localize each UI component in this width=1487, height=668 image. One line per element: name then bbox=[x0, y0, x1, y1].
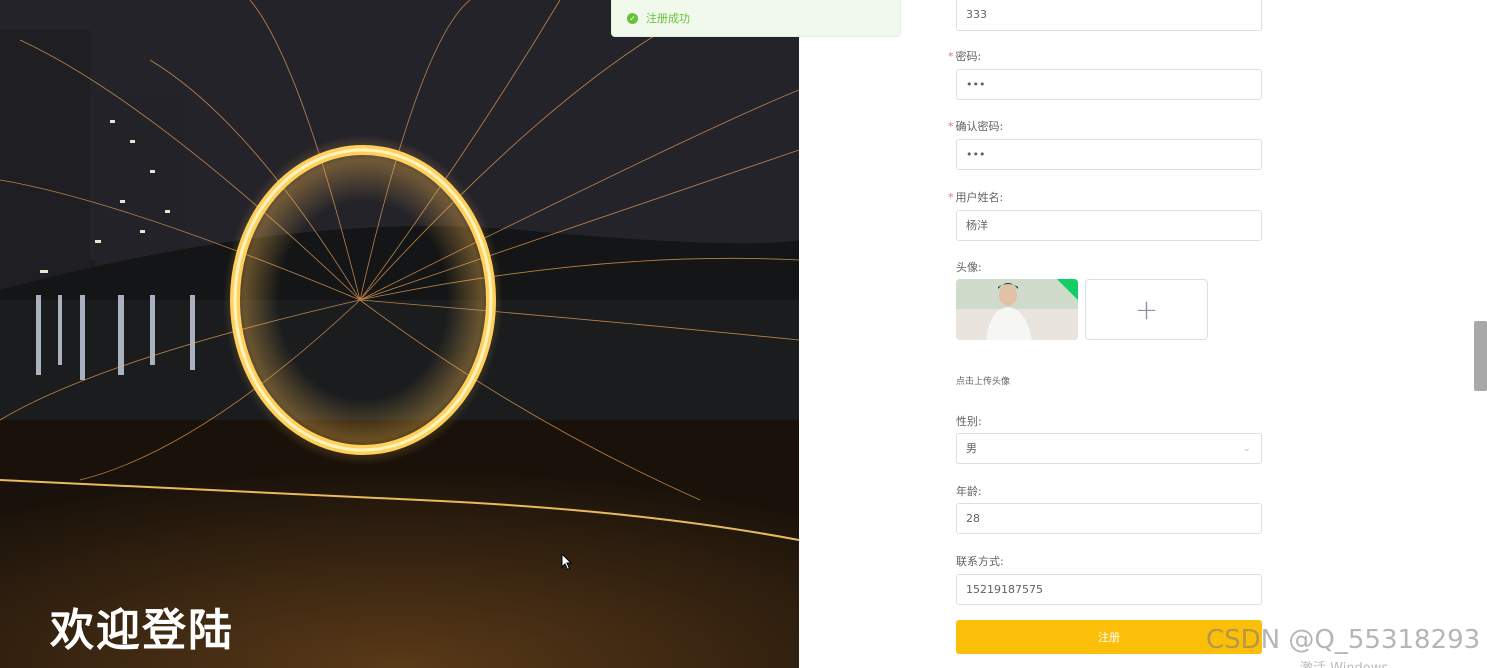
upload-tip: 点击上传头像 bbox=[956, 377, 1011, 387]
avatar-label: 头像: bbox=[956, 261, 982, 274]
confirm-password-label: * 确认密码: bbox=[948, 120, 1004, 133]
steel-wool-photo bbox=[0, 0, 799, 668]
hero-image: 欢迎登陆 bbox=[0, 0, 799, 668]
contact-label: 联系方式: bbox=[956, 555, 1004, 568]
gender-value: 男 bbox=[966, 442, 977, 455]
upload-avatar-button[interactable]: + bbox=[1085, 279, 1208, 340]
register-page: 欢迎登陆 ✓ 注册成功 333 * 密码: ••• * 确认密码: ••• * 用户姓… bbox=[0, 0, 1487, 668]
contact-input[interactable]: 15219187575 bbox=[956, 574, 1262, 605]
gender-select[interactable]: 男 ⌄ bbox=[956, 433, 1262, 464]
mouse-cursor-icon bbox=[561, 553, 573, 571]
success-toast: ✓ 注册成功 bbox=[611, 0, 901, 37]
age-input[interactable]: 28 bbox=[956, 503, 1262, 534]
scrollbar-thumb[interactable] bbox=[1474, 321, 1487, 391]
gender-label: 性别: bbox=[956, 415, 982, 428]
welcome-title: 欢迎登陆 bbox=[50, 605, 234, 656]
check-circle-icon: ✓ bbox=[627, 12, 638, 24]
realname-label: * 用户姓名: bbox=[948, 191, 1004, 204]
age-label: 年龄: bbox=[956, 485, 982, 498]
windows-activation-watermark: 激活 Windows bbox=[1300, 657, 1388, 668]
chevron-down-icon: ⌄ bbox=[1242, 443, 1251, 454]
avatar-image bbox=[956, 279, 1078, 340]
toast-message: 注册成功 bbox=[646, 12, 690, 25]
username-input[interactable]: 333 bbox=[956, 0, 1262, 31]
avatar-preview[interactable] bbox=[956, 279, 1078, 340]
csdn-watermark: CSDN @Q_55318293 bbox=[1206, 625, 1481, 655]
password-label: * 密码: bbox=[948, 50, 982, 63]
confirm-password-input[interactable]: ••• bbox=[956, 139, 1262, 170]
password-input[interactable]: ••• bbox=[956, 69, 1262, 100]
realname-input[interactable]: 杨洋 bbox=[956, 210, 1262, 241]
